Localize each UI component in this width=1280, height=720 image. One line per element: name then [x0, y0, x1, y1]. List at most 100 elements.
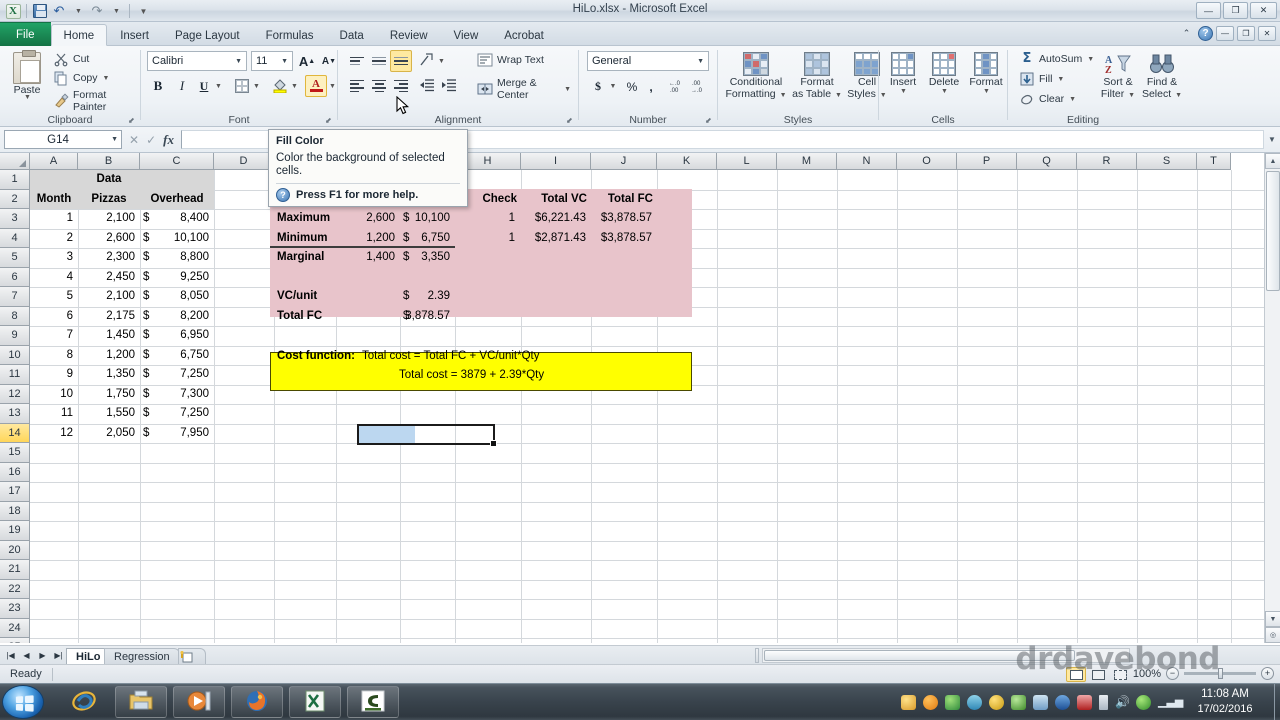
row-header-16[interactable]: 16	[0, 462, 30, 482]
merge-center-button[interactable]: Merge & Center ▼	[474, 76, 574, 102]
sync-tray-icon[interactable]	[945, 695, 960, 710]
column-header-B[interactable]: B	[78, 153, 140, 170]
row-header-17[interactable]: 17	[0, 482, 30, 502]
alert-tray-icon[interactable]	[989, 695, 1004, 710]
taskbar-excel[interactable]	[289, 686, 341, 718]
fill-color-dropdown-icon[interactable]: ▼	[289, 75, 299, 97]
tab-home[interactable]: Home	[50, 24, 108, 46]
tab-file[interactable]: File	[0, 22, 51, 46]
column-header-D[interactable]: D	[214, 153, 274, 170]
alignment-dialog-launcher[interactable]: ⬋	[566, 116, 575, 125]
zoom-in-button[interactable]: +	[1261, 667, 1274, 680]
scroll-down-button[interactable]: ▼	[1265, 611, 1280, 627]
row-header-3[interactable]: 3	[0, 209, 30, 229]
align-right-button[interactable]	[390, 75, 412, 97]
tab-acrobat[interactable]: Acrobat	[491, 24, 557, 46]
cell-C13[interactable]: 7,250	[140, 404, 209, 424]
cost-function-line1[interactable]: Total cost = Total FC + VC/unit*Qty	[362, 347, 622, 367]
zoom-slider[interactable]	[1184, 668, 1256, 679]
bold-button[interactable]: B	[147, 75, 169, 97]
flower-tray-icon[interactable]	[923, 695, 938, 710]
cell-A3[interactable]: 1	[30, 209, 73, 229]
row-header-4[interactable]: 4	[0, 228, 30, 248]
battery-tray-icon[interactable]	[1099, 695, 1108, 710]
font-name-dropdown-icon[interactable]: ▼	[233, 58, 244, 65]
column-header-A[interactable]: A	[30, 153, 78, 170]
analysis-row-cost[interactable]: 6,750	[400, 229, 450, 249]
autosum-button[interactable]: Σ AutoSum ▼	[1016, 50, 1095, 68]
row-header-14[interactable]: 14	[0, 423, 30, 443]
increase-decimal-button[interactable]: ←.0.00	[667, 76, 687, 97]
column-header-C[interactable]: C	[140, 153, 214, 170]
cell-A5[interactable]: 3	[30, 248, 73, 268]
cell-B2[interactable]: Pizzas	[78, 190, 140, 210]
align-left-button[interactable]	[346, 75, 368, 97]
delete-cells-button[interactable]: Delete ▼	[923, 49, 965, 111]
analysis-row-cost[interactable]: 10,100	[400, 209, 450, 229]
vertical-scrollbar[interactable]: ▲ ▼ ◎	[1264, 153, 1280, 643]
wrap-text-button[interactable]: Wrap Text	[474, 51, 566, 69]
cell-A6[interactable]: 4	[30, 268, 73, 288]
enter-formula-icon[interactable]: ✓	[146, 133, 156, 147]
cell-B14[interactable]: 2,050	[78, 424, 135, 444]
tab-view[interactable]: View	[441, 24, 492, 46]
tools-tray-icon[interactable]	[1033, 695, 1048, 710]
doc-close-button[interactable]: ✕	[1258, 26, 1276, 41]
borders-dropdown-icon[interactable]: ▼	[251, 75, 261, 97]
cell-B11[interactable]: 1,350	[78, 365, 135, 385]
next-sheet-button[interactable]: ▶	[35, 648, 50, 663]
top-align-button[interactable]	[346, 50, 368, 72]
cell-B10[interactable]: 1,200	[78, 346, 135, 366]
paste-button[interactable]: Paste ▼	[6, 49, 48, 109]
cut-button[interactable]: Cut	[50, 50, 134, 68]
start-button[interactable]	[2, 685, 44, 719]
row-header-7[interactable]: 7	[0, 287, 30, 307]
help-icon[interactable]: ?	[1198, 26, 1213, 41]
comma-format-button[interactable]: ,	[643, 76, 659, 97]
column-header-L[interactable]: L	[717, 153, 777, 170]
last-sheet-button[interactable]: ▶|	[51, 648, 66, 663]
sheet-tab-regression[interactable]: Regression	[104, 648, 180, 665]
volume-tray-icon[interactable]: 🔊	[1115, 695, 1130, 710]
cell-A13[interactable]: 11	[30, 404, 73, 424]
fill-color-button[interactable]	[269, 75, 291, 97]
normal-view-button[interactable]	[1066, 667, 1086, 682]
taskbar-windows-explorer[interactable]	[115, 686, 167, 718]
cell-B1[interactable]: Data	[78, 170, 140, 190]
analysis-header-totalvc[interactable]: Total VC	[521, 190, 587, 210]
insert-function-icon[interactable]: fx	[163, 132, 174, 148]
cell-C2[interactable]: Overhead	[140, 190, 214, 210]
font-size-dropdown-icon[interactable]: ▼	[279, 58, 290, 65]
taskbar-internet-explorer[interactable]	[58, 686, 110, 718]
format-painter-button[interactable]: Format Painter	[50, 88, 138, 114]
cell-A11[interactable]: 9	[30, 365, 73, 385]
analysis-summary-value[interactable]: 2.39	[400, 287, 450, 307]
doc-restore-button[interactable]: ❐	[1237, 26, 1255, 41]
analysis-row-total-vc[interactable]: $2,871.43	[521, 229, 586, 249]
orientation-button[interactable]	[416, 50, 438, 72]
cell-B6[interactable]: 2,450	[78, 268, 135, 288]
tab-page-layout[interactable]: Page Layout	[162, 24, 253, 46]
row-header-12[interactable]: 12	[0, 384, 30, 404]
cell-B4[interactable]: 2,600	[78, 229, 135, 249]
row-header-6[interactable]: 6	[0, 267, 30, 287]
cell-B9[interactable]: 1,450	[78, 326, 135, 346]
grow-font-button[interactable]: A ▲	[296, 50, 318, 72]
zoom-out-button[interactable]: −	[1166, 667, 1179, 680]
analysis-summary-value[interactable]: 3,878.57	[400, 307, 450, 327]
row-header-2[interactable]: 2	[0, 189, 30, 209]
column-header-K[interactable]: K	[657, 153, 717, 170]
cell-C7[interactable]: 8,050	[140, 287, 209, 307]
increase-indent-button[interactable]	[438, 75, 460, 97]
row-header-25[interactable]: 25	[0, 638, 30, 643]
font-size-combo[interactable]: 11 ▼	[251, 51, 293, 71]
restore-button[interactable]: ❐	[1223, 2, 1248, 19]
analysis-row-qty[interactable]: 2,600	[336, 209, 395, 229]
clear-button[interactable]: Clear ▼	[1016, 90, 1076, 108]
analysis-header-totalfc[interactable]: Total FC	[591, 190, 653, 210]
cell-B3[interactable]: 2,100	[78, 209, 135, 229]
bottom-align-button[interactable]	[390, 50, 412, 72]
cell-C10[interactable]: 6,750	[140, 346, 209, 366]
analysis-row-check[interactable]: 1	[455, 229, 515, 249]
decrease-decimal-button[interactable]: .00 →.0	[689, 76, 709, 97]
